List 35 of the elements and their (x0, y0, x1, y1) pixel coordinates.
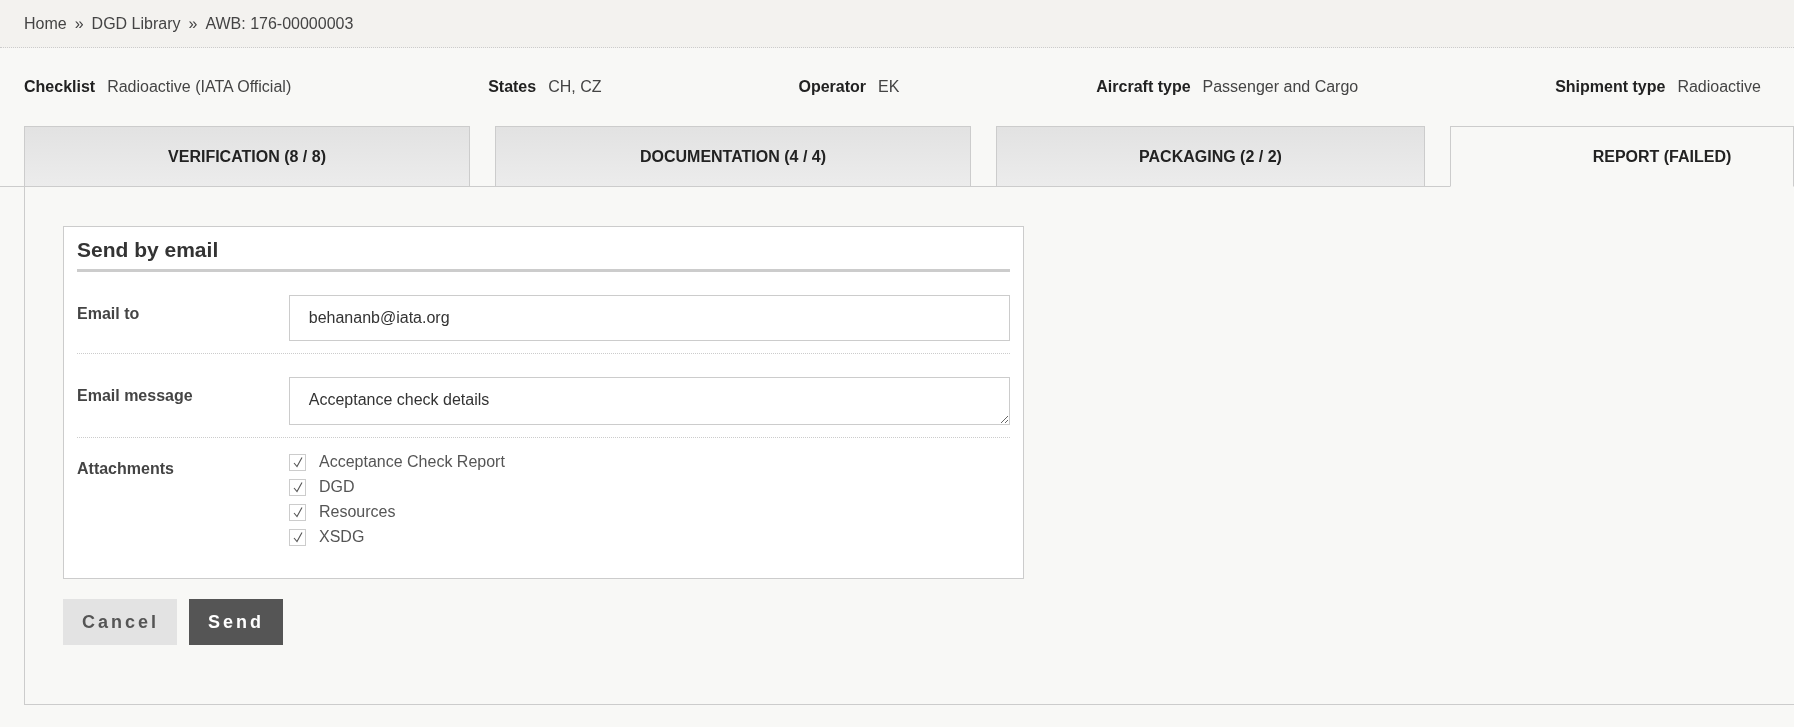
summary-value: Radioactive (IATA Official) (107, 78, 292, 96)
checkbox[interactable] (289, 453, 306, 471)
tab[interactable]: VERIFICATION (8 / 8) (24, 126, 470, 186)
card-title: Send by email (77, 238, 1010, 272)
send-button[interactable]: Send (189, 599, 283, 645)
email-to-field[interactable]: behananb@iata.org (288, 295, 1010, 341)
checkbox-label: XSDG (319, 528, 365, 546)
summary-value: CH, CZ (548, 78, 602, 96)
summary-label: Shipment type (1555, 78, 1666, 96)
checkbox[interactable] (289, 528, 306, 546)
tab[interactable]: PACKAGING (2 / 2) (996, 126, 1425, 186)
breadcrumb-separator: » (74, 14, 84, 33)
field-label: Attachments (77, 459, 175, 479)
breadcrumb-link[interactable]: Home (24, 14, 67, 33)
summary-label: States (488, 78, 537, 96)
summary-value: Passenger and Cargo (1202, 78, 1359, 96)
summary-label: Checklist (24, 78, 96, 96)
breadcrumb-link[interactable]: AWB: 176-00000003 (205, 14, 354, 33)
summary-value: EK (878, 78, 900, 96)
breadcrumb-link[interactable]: DGD Library (91, 14, 181, 33)
summary-value: Radioactive (1677, 78, 1761, 96)
field-label: Email message (77, 386, 194, 406)
breadcrumb-separator: » (188, 14, 198, 33)
tab[interactable]: DOCUMENTATION (4 / 4) (495, 126, 971, 186)
checkbox[interactable] (289, 478, 306, 496)
tab[interactable]: REPORT (FAILED) (1450, 126, 1794, 187)
field-label: Email to (77, 304, 141, 324)
checkbox-label: Resources (319, 503, 396, 521)
checkbox-label: DGD (319, 478, 355, 496)
cancel-button[interactable]: Cancel (63, 599, 177, 645)
checkbox[interactable] (289, 503, 306, 521)
summary-label: Operator (798, 78, 866, 96)
checkbox-label: Acceptance Check Report (319, 453, 505, 471)
email-message-field[interactable]: Acceptance check details (288, 377, 1010, 425)
summary-label: Aircraft type (1096, 78, 1191, 96)
